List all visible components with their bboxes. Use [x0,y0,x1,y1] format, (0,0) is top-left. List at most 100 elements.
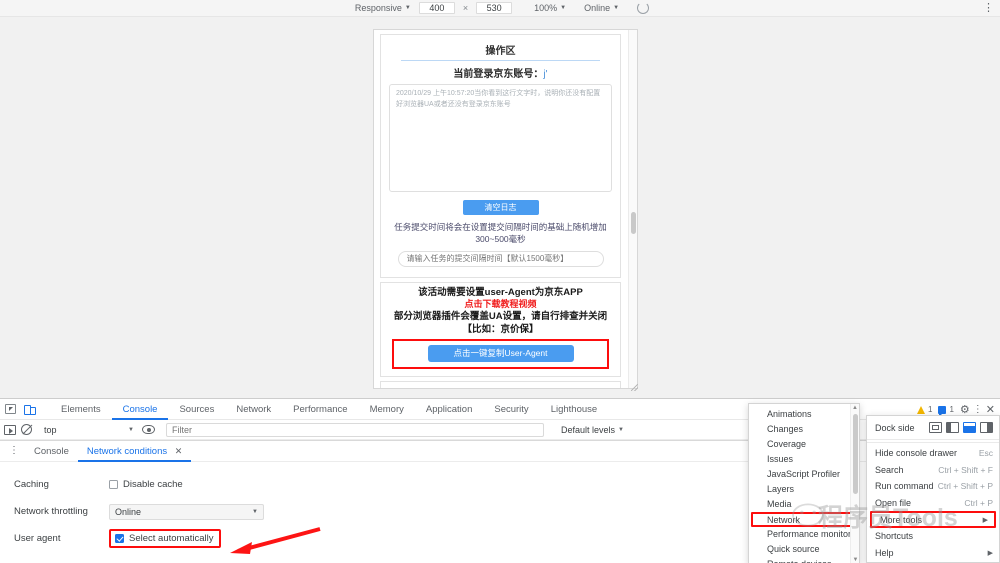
user-agent-card: 该活动需要设置user-Agent为京东APP 点击下载教程视频 部分浏览器插件… [380,281,621,377]
menu-item-media[interactable]: Media [749,497,859,512]
menu-item-run-command[interactable]: Run command Ctrl + Shift + P [867,478,999,495]
device-toolbar-controls: Responsive ▼ 400 × 530 100% ▼ Online ▼ [351,2,650,14]
more-tools-scrollbar[interactable]: ▲ ▼ [850,404,859,563]
viewport-height-input[interactable]: 530 [476,2,513,14]
menu-item-open-file-label: Open file [875,497,912,508]
clear-console-icon[interactable] [21,424,32,435]
drawer-tab-console[interactable]: Console [25,441,78,462]
menu-item-animations[interactable]: Animations [749,407,859,422]
viewport-scroll-thumb[interactable] [631,212,636,234]
select-automatically-checkbox[interactable] [115,534,124,543]
disable-cache-control[interactable]: Disable cache [109,479,183,490]
select-automatically-highlight-box[interactable]: Select automatically [109,529,222,548]
emulated-viewport: 操作区 当前登录京东账号：j' 2020/10/29 上午10:57:20当你看… [374,30,627,388]
dock-bottom-icon[interactable] [963,422,976,433]
viewport-resize-handle[interactable] [630,383,639,392]
ua-tutorial-link[interactable]: 点击下载教程视频 [387,299,614,311]
menu-item-search[interactable]: Search Ctrl + Shift + F [867,462,999,479]
tab-lighthouse[interactable]: Lighthouse [540,399,608,420]
tab-performance[interactable]: Performance [282,399,358,420]
tab-console[interactable]: Console [112,399,169,420]
interval-hint-line1: 任务提交时间将会在设置提交间隔时间的基础上随机增加 [394,222,607,232]
menu-item-hide-console-drawer-label: Hide console drawer [875,448,958,459]
copy-user-agent-button[interactable]: 点击一键复制User-Agent [427,344,574,362]
device-preset-selector[interactable]: Responsive ▼ [351,3,415,13]
submenu-arrow-icon: ▶ [987,549,993,557]
operation-card: 操作区 当前登录京东账号：j' 2020/10/29 上午10:57:20当你看… [380,34,621,278]
drawer-tab-network-conditions-label: Network conditions [86,445,168,457]
viewport-width-input[interactable]: 400 [418,2,455,14]
console-levels-selector[interactable]: Default levels ▼ [561,425,624,435]
select-automatically-label: Select automatically [129,533,214,544]
menu-item-more-tools-label: More tools [880,514,923,525]
tab-sources[interactable]: Sources [168,399,225,420]
interval-input[interactable] [397,250,604,267]
zoom-selector[interactable]: 100% ▼ [530,3,570,13]
recommendation-title: 活动推荐 [387,386,614,388]
more-tools-submenu: Animations Changes Coverage Issues JavaS… [748,403,860,563]
device-toolbar-kebab-icon[interactable]: ⋮ [983,2,994,14]
dock-left-icon[interactable] [946,422,959,433]
network-throttling-value: Online [115,506,142,517]
menu-item-open-file-shortcut: Ctrl + P [964,497,993,508]
menu-item-quick-source[interactable]: Quick source [749,542,859,557]
dock-side-row: Dock side [867,416,999,440]
live-expression-icon[interactable] [142,425,155,434]
device-emulation-toolbar: Responsive ▼ 400 × 530 100% ▼ Online ▼ ⋮ [0,0,1000,17]
tab-application[interactable]: Application [415,399,483,420]
close-icon[interactable]: ✕ [175,446,183,456]
console-sidebar-icon[interactable] [4,424,16,435]
clear-log-button[interactable]: 清空日志 [462,200,539,215]
menu-item-open-file[interactable]: Open file Ctrl + P [867,495,999,512]
message-icon[interactable] [938,405,947,417]
console-filter-input[interactable] [166,422,544,437]
tab-memory[interactable]: Memory [359,399,415,420]
warning-triangle-icon[interactable] [917,405,925,414]
network-throttle-selector[interactable]: Online ▼ [580,3,623,13]
menu-item-help[interactable]: Help ▶ [867,545,999,562]
account-prefix: 当前登录京东账号： [453,69,544,80]
interval-hint-line2: 300~500毫秒 [475,234,526,245]
console-levels-label: Default levels [561,424,616,435]
disable-cache-label: Disable cache [123,479,183,490]
menu-item-search-label: Search [875,464,904,475]
menu-item-network[interactable]: Network [751,512,855,527]
menu-item-issues[interactable]: Issues [749,452,859,467]
tab-elements[interactable]: Elements [50,399,112,420]
recommendation-card: 活动推荐 签到两天得25元全品券 [380,380,621,388]
menu-item-hide-console-drawer[interactable]: Hide console drawer Esc [867,445,999,462]
network-throttling-label: Network throttling [14,506,88,517]
device-toolbar-icon[interactable] [20,399,40,419]
menu-item-search-shortcut: Ctrl + Shift + F [938,464,993,475]
menu-item-javascript-profiler[interactable]: JavaScript Profiler [749,467,859,482]
dock-right-icon[interactable] [980,422,993,433]
menu-item-coverage[interactable]: Coverage [749,437,859,452]
menu-divider [867,442,999,443]
submenu-arrow-icon: ▶ [982,516,988,524]
menu-item-shortcuts[interactable]: Shortcuts [867,528,999,545]
disable-cache-checkbox[interactable] [109,480,118,489]
menu-item-remote-devices[interactable]: Remote devices [749,557,859,563]
drawer-menu-icon[interactable]: ⋮ [3,446,25,456]
page-viewport-area: 操作区 当前登录京东账号：j' 2020/10/29 上午10:57:20当你看… [0,17,1000,411]
drawer-tab-network-conditions[interactable]: Network conditions ✕ [78,441,191,462]
menu-item-changes[interactable]: Changes [749,422,859,437]
devtools-kebab-icon[interactable]: ⋮ [973,404,983,415]
tab-network[interactable]: Network [225,399,282,420]
network-throttling-select[interactable]: Online ▼ [109,503,264,520]
tab-security[interactable]: Security [483,399,539,420]
rotate-icon[interactable] [637,2,650,14]
console-context-selector[interactable]: top ▼ [41,425,137,435]
menu-item-performance-monitor[interactable]: Performance monitor [749,527,859,542]
title-divider [401,60,600,61]
warning-count: 1 [928,405,933,414]
menu-item-more-tools[interactable]: More tools ▶ [870,511,996,528]
scroll-down-arrow-icon[interactable]: ▼ [851,556,859,563]
undock-icon[interactable] [929,422,942,433]
inspect-element-icon[interactable] [0,399,20,419]
devtools-tab-list: Elements Console Sources Network Perform… [50,399,608,420]
menu-item-layers[interactable]: Layers [749,482,859,497]
viewport-scrollbar[interactable] [628,30,637,388]
more-tools-scroll-thumb[interactable] [853,414,858,494]
scroll-up-arrow-icon[interactable]: ▲ [851,404,859,413]
